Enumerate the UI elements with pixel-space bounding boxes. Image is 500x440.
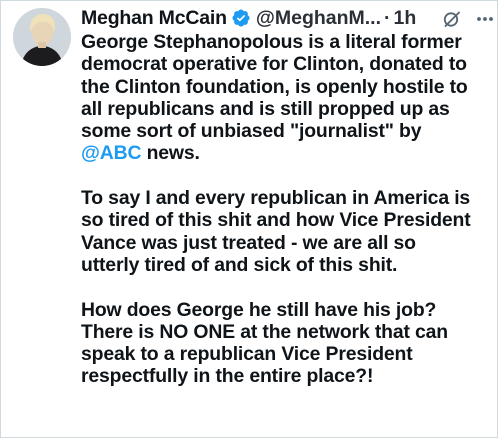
tweet-line: Vance was just treated - we are all so: [81, 231, 416, 254]
timestamp[interactable]: 1h: [394, 7, 417, 30]
grok-icon[interactable]: [442, 9, 462, 29]
tweet-line: some sort of unbiased "journalist" by: [81, 120, 422, 143]
tweet-line: respectfully in the entire place?!: [81, 365, 374, 388]
tweet-line: all republicans and is still propped up …: [81, 97, 450, 120]
more-icon[interactable]: [476, 11, 494, 27]
tweet-paragraph-1: George Stephanopolous is a literal forme…: [81, 31, 495, 165]
avatar-photo: [13, 8, 71, 66]
author-name[interactable]: Meghan McCain: [81, 7, 227, 30]
tweet-line: utterly tired of and sick of this shit.: [81, 253, 398, 276]
author-handle[interactable]: @MeghanM...: [256, 7, 381, 30]
tweet-line: democrat operative for Clinton, donated …: [81, 53, 467, 76]
avatar[interactable]: [13, 8, 71, 66]
tweet-text: George Stephanopolous is a literal forme…: [81, 31, 495, 388]
tweet-line: To say I and every republican in America…: [81, 187, 471, 210]
tweet-line: speak to a republican Vice President: [81, 343, 413, 366]
tweet-line: the Clinton foundation, is openly hostil…: [81, 75, 468, 98]
tweet-line-tail: news.: [141, 142, 200, 165]
tweet-header: Meghan McCain @MeghanM... · 1h: [81, 5, 493, 31]
separator-dot: ·: [384, 6, 391, 29]
verified-badge-icon[interactable]: [231, 8, 251, 28]
tweet-line: How does George he still have his job?: [81, 298, 437, 321]
tweet-line: There is NO ONE at the network that can: [81, 320, 448, 343]
abc-mention-link[interactable]: @ABC: [81, 142, 141, 164]
tweet-paragraph-2: To say I and every republican in America…: [81, 187, 495, 276]
tweet-line: so tired of this shit and how Vice Presi…: [81, 209, 471, 232]
tweet-card[interactable]: Meghan McCain @MeghanM... · 1h George St…: [0, 0, 498, 438]
tweet-line: George Stephanopolous is a literal forme…: [81, 31, 462, 53]
tweet-paragraph-3: How does George he still have his job? T…: [81, 299, 495, 388]
